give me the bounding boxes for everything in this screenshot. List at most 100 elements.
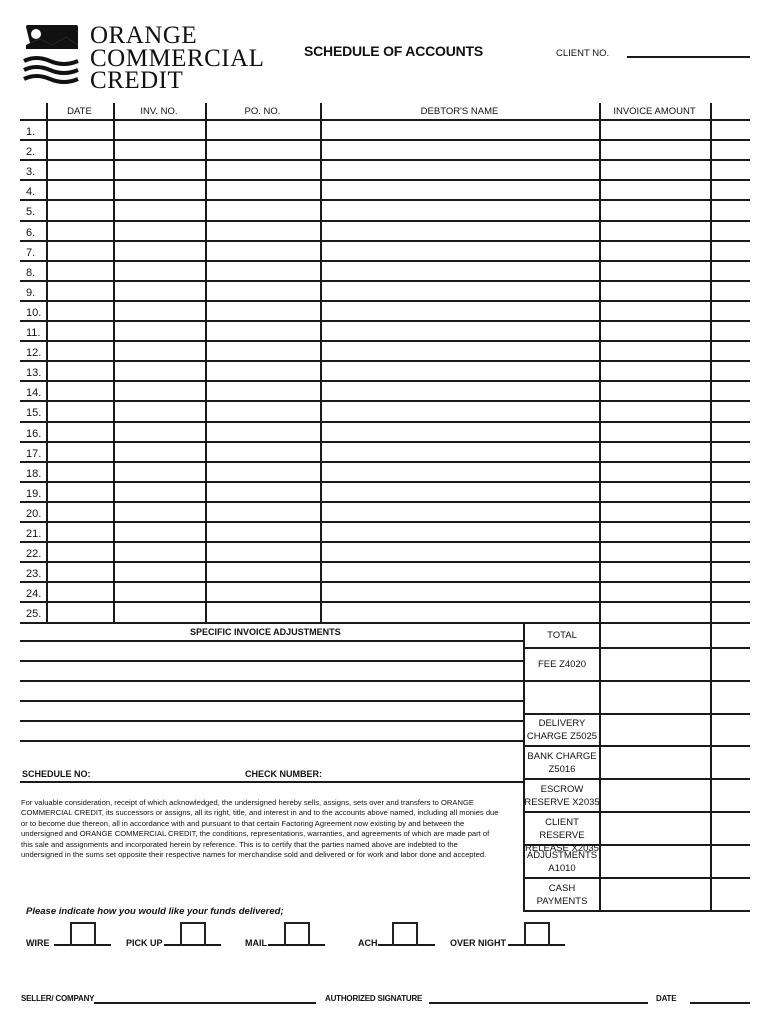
adjustment-input[interactable] <box>22 723 520 739</box>
delivery-checkbox[interactable] <box>284 922 310 946</box>
cell-debtors-name-input[interactable] <box>322 564 599 581</box>
cell-po-no-input[interactable] <box>207 483 320 500</box>
cell-date-input[interactable] <box>48 343 113 360</box>
cell-po-no-input[interactable] <box>207 282 320 299</box>
cell-debtors-name-input[interactable] <box>322 182 599 199</box>
cell-extra-input[interactable] <box>712 463 750 480</box>
summary-amount-input[interactable] <box>601 847 709 876</box>
cell-inv-no-input[interactable] <box>115 544 205 561</box>
cell-extra-input[interactable] <box>712 202 750 219</box>
cell-date-input[interactable] <box>48 142 113 159</box>
cell-po-no-input[interactable] <box>207 584 320 601</box>
delivery-checkbox[interactable] <box>392 922 418 946</box>
cell-extra-input[interactable] <box>712 403 750 420</box>
cell-po-no-input[interactable] <box>207 423 320 440</box>
cell-invoice-amount-input[interactable] <box>601 463 710 480</box>
cell-invoice-amount-input[interactable] <box>601 363 710 380</box>
cell-inv-no-input[interactable] <box>115 302 205 319</box>
cell-date-input[interactable] <box>48 503 113 520</box>
cell-po-no-input[interactable] <box>207 162 320 179</box>
cell-inv-no-input[interactable] <box>115 142 205 159</box>
cell-invoice-amount-input[interactable] <box>601 242 710 259</box>
cell-invoice-amount-input[interactable] <box>601 564 710 581</box>
cell-inv-no-input[interactable] <box>115 443 205 460</box>
cell-invoice-amount-input[interactable] <box>601 383 710 400</box>
cell-invoice-amount-input[interactable] <box>601 604 710 621</box>
cell-debtors-name-input[interactable] <box>322 202 599 219</box>
date-input[interactable] <box>690 988 750 1002</box>
cell-invoice-amount-input[interactable] <box>601 483 710 500</box>
cell-invoice-amount-input[interactable] <box>601 222 710 239</box>
summary-amount-input[interactable] <box>601 683 709 712</box>
cell-inv-no-input[interactable] <box>115 242 205 259</box>
cell-po-no-input[interactable] <box>207 463 320 480</box>
cell-inv-no-input[interactable] <box>115 262 205 279</box>
cell-po-no-input[interactable] <box>207 302 320 319</box>
cell-extra-input[interactable] <box>712 182 750 199</box>
cell-extra-input[interactable] <box>712 423 750 440</box>
cell-po-no-input[interactable] <box>207 564 320 581</box>
seller-company-input[interactable] <box>94 988 316 1002</box>
cell-inv-no-input[interactable] <box>115 584 205 601</box>
summary-extra-input[interactable] <box>712 748 750 777</box>
cell-debtors-name-input[interactable] <box>322 242 599 259</box>
cell-invoice-amount-input[interactable] <box>601 122 710 139</box>
cell-inv-no-input[interactable] <box>115 564 205 581</box>
schedule-no-input[interactable] <box>90 766 230 780</box>
summary-amount-input[interactable] <box>601 814 709 843</box>
cell-inv-no-input[interactable] <box>115 222 205 239</box>
cell-extra-input[interactable] <box>712 524 750 541</box>
cell-invoice-amount-input[interactable] <box>601 302 710 319</box>
cell-debtors-name-input[interactable] <box>322 403 599 420</box>
cell-debtors-name-input[interactable] <box>322 524 599 541</box>
delivery-checkbox[interactable] <box>180 922 206 946</box>
cell-po-no-input[interactable] <box>207 242 320 259</box>
cell-date-input[interactable] <box>48 584 113 601</box>
cell-po-no-input[interactable] <box>207 122 320 139</box>
cell-po-no-input[interactable] <box>207 142 320 159</box>
cell-debtors-name-input[interactable] <box>322 222 599 239</box>
cell-extra-input[interactable] <box>712 323 750 340</box>
cell-date-input[interactable] <box>48 383 113 400</box>
cell-inv-no-input[interactable] <box>115 463 205 480</box>
summary-amount-input[interactable] <box>601 748 709 777</box>
cell-po-no-input[interactable] <box>207 383 320 400</box>
cell-extra-input[interactable] <box>712 222 750 239</box>
cell-invoice-amount-input[interactable] <box>601 503 710 520</box>
cell-invoice-amount-input[interactable] <box>601 423 710 440</box>
cell-debtors-name-input[interactable] <box>322 343 599 360</box>
cell-extra-input[interactable] <box>712 262 750 279</box>
cell-extra-input[interactable] <box>712 564 750 581</box>
adjustment-input[interactable] <box>22 683 520 699</box>
cell-extra-input[interactable] <box>712 302 750 319</box>
cell-invoice-amount-input[interactable] <box>601 443 710 460</box>
adjustment-input[interactable] <box>22 643 520 659</box>
cell-inv-no-input[interactable] <box>115 483 205 500</box>
cell-inv-no-input[interactable] <box>115 162 205 179</box>
cell-debtors-name-input[interactable] <box>322 544 599 561</box>
cell-debtors-name-input[interactable] <box>322 604 599 621</box>
check-number-input[interactable] <box>322 766 512 780</box>
cell-date-input[interactable] <box>48 202 113 219</box>
cell-invoice-amount-input[interactable] <box>601 262 710 279</box>
cell-extra-input[interactable] <box>712 343 750 360</box>
cell-debtors-name-input[interactable] <box>322 363 599 380</box>
cell-debtors-name-input[interactable] <box>322 443 599 460</box>
cell-debtors-name-input[interactable] <box>322 503 599 520</box>
cell-date-input[interactable] <box>48 423 113 440</box>
cell-po-no-input[interactable] <box>207 363 320 380</box>
cell-inv-no-input[interactable] <box>115 323 205 340</box>
cell-invoice-amount-input[interactable] <box>601 323 710 340</box>
cell-invoice-amount-input[interactable] <box>601 343 710 360</box>
cell-po-no-input[interactable] <box>207 524 320 541</box>
cell-debtors-name-input[interactable] <box>322 323 599 340</box>
cell-po-no-input[interactable] <box>207 403 320 420</box>
cell-debtors-name-input[interactable] <box>322 162 599 179</box>
cell-po-no-input[interactable] <box>207 443 320 460</box>
cell-inv-no-input[interactable] <box>115 604 205 621</box>
cell-inv-no-input[interactable] <box>115 403 205 420</box>
cell-date-input[interactable] <box>48 323 113 340</box>
cell-debtors-name-input[interactable] <box>322 483 599 500</box>
cell-debtors-name-input[interactable] <box>322 584 599 601</box>
cell-inv-no-input[interactable] <box>115 202 205 219</box>
